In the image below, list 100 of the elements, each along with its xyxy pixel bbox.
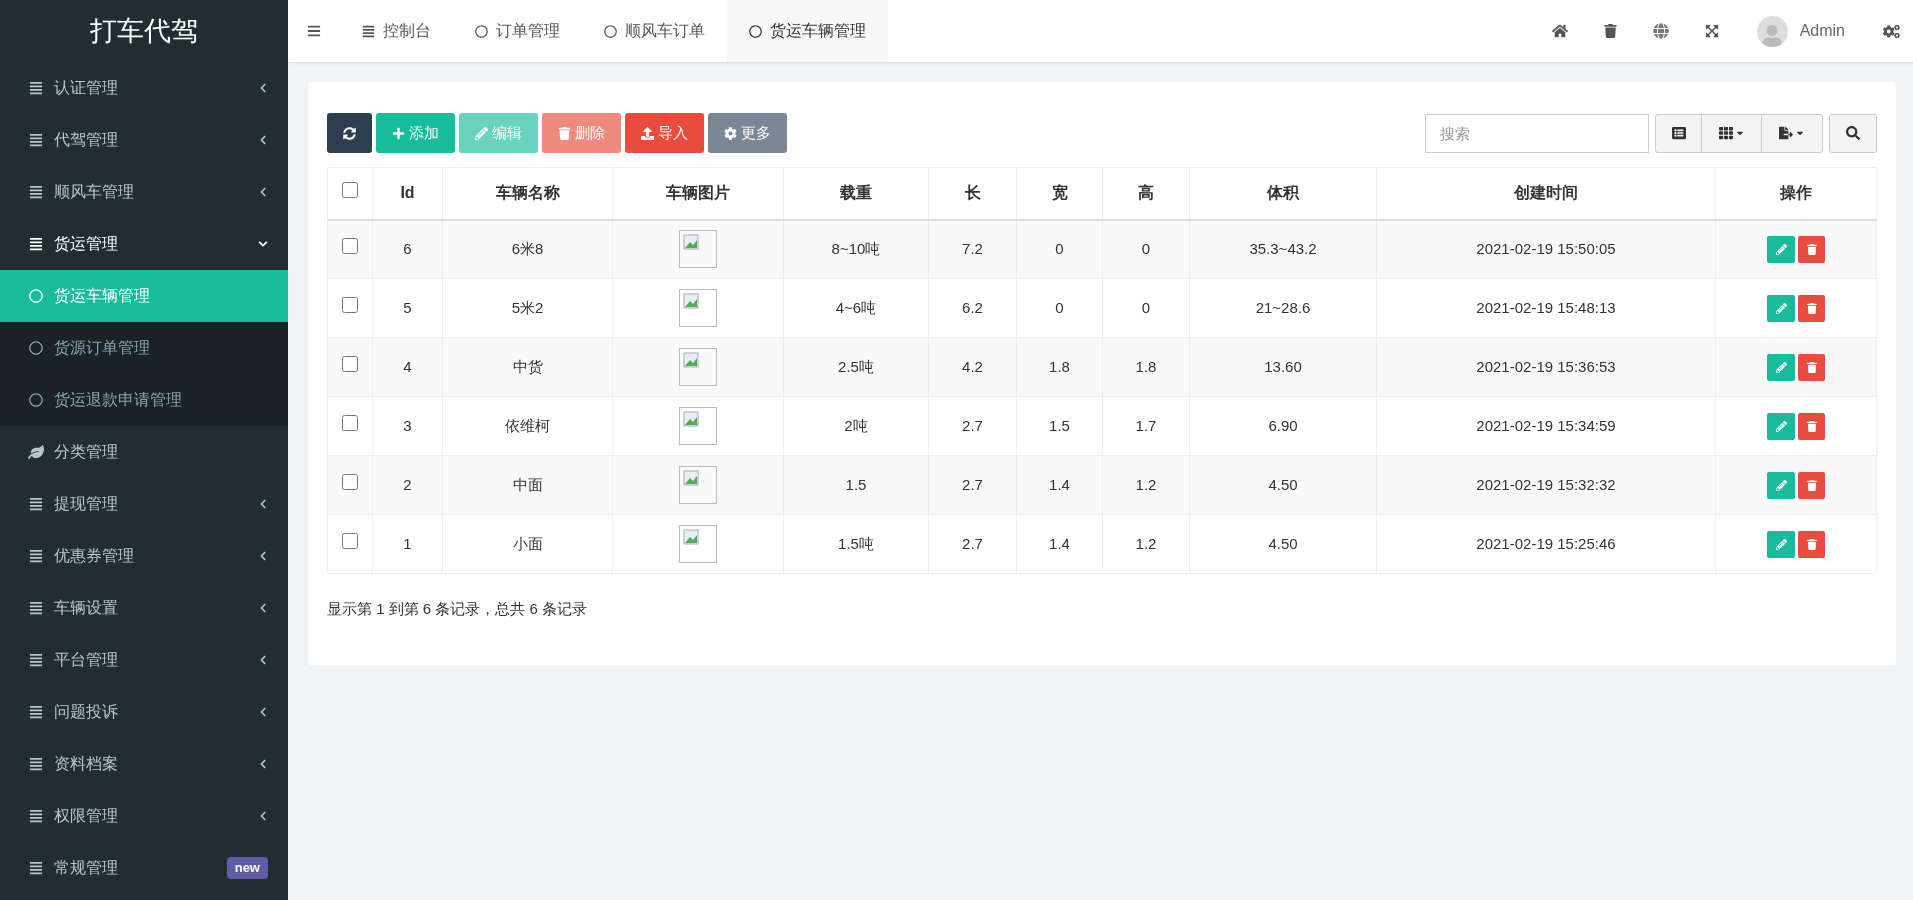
sidebar-item[interactable]: 权限管理	[0, 790, 288, 842]
table-cell: 2021-02-19 15:32:32	[1376, 455, 1716, 515]
more-button[interactable]: 更多	[708, 113, 787, 153]
table-cell: 13.60	[1189, 337, 1377, 397]
nav-tab[interactable]: 订单管理	[453, 0, 582, 62]
table-cell: 5米2	[442, 278, 613, 338]
list-icon	[362, 24, 375, 38]
trash-icon	[1806, 302, 1817, 314]
sidebar-item[interactable]: 优惠券管理	[0, 530, 288, 582]
trash-icon	[1806, 361, 1817, 373]
edit-icon	[475, 126, 488, 140]
column-header[interactable]: 高	[1102, 167, 1190, 220]
sidebar-item[interactable]: 货运管理	[0, 218, 288, 270]
sidebar-item[interactable]: 提现管理	[0, 478, 288, 530]
search-field[interactable]: 搜索	[1425, 113, 1649, 153]
column-header[interactable]: 体积	[1189, 167, 1377, 220]
sidebar-item[interactable]: 货运退款申请管理	[0, 374, 288, 426]
table-cell: 2.7	[928, 396, 1017, 456]
table-cell: 2.5吨	[783, 337, 929, 397]
nav-tab[interactable]: 货运车辆管理	[727, 0, 888, 62]
sidebar-item[interactable]: 常规管理 new	[0, 842, 288, 894]
row-checkbox[interactable]	[342, 355, 358, 372]
row-checkbox[interactable]	[342, 473, 358, 490]
globe-icon[interactable]	[1652, 23, 1669, 39]
nav-tab[interactable]: 顺风车订单	[582, 0, 727, 62]
table-cell: 4.50	[1189, 514, 1377, 574]
broken-image-icon	[679, 348, 717, 386]
fullscreen-icon[interactable]	[1704, 24, 1719, 38]
search-icon	[1846, 126, 1860, 140]
list-icon	[28, 601, 44, 615]
column-header[interactable]: 长	[928, 167, 1017, 220]
column-header[interactable]: 操作	[1715, 167, 1877, 220]
delete-row-button[interactable]	[1798, 530, 1825, 558]
sidebar-item[interactable]: 顺风车管理	[0, 166, 288, 218]
search-button[interactable]	[1829, 113, 1877, 153]
edit-row-button[interactable]	[1767, 235, 1795, 263]
import-icon	[641, 126, 654, 140]
sidebar-item[interactable]: 平台管理	[0, 634, 288, 686]
table-cell: 4.2	[928, 337, 1017, 397]
table-cell: 6.2	[928, 278, 1017, 338]
delete-row-button[interactable]	[1798, 353, 1825, 381]
list-icon	[28, 705, 44, 719]
list-icon	[28, 757, 44, 771]
add-icon	[392, 126, 405, 140]
sidebar-item[interactable]: 货源订单管理	[0, 322, 288, 374]
column-header[interactable]: Id	[372, 167, 443, 220]
sidebar-item[interactable]: 问题投诉	[0, 686, 288, 738]
edit-row-button[interactable]	[1767, 353, 1795, 381]
table-cell: 2021-02-19 15:36:53	[1376, 337, 1716, 397]
column-header[interactable]: 车辆名称	[442, 167, 613, 220]
pencil-icon	[1775, 420, 1787, 432]
trash-icon[interactable]	[1603, 24, 1617, 38]
table-cell: 1.2	[1102, 514, 1190, 574]
sidebar-item[interactable]: 代驾管理	[0, 114, 288, 166]
edit-row-button[interactable]	[1767, 294, 1795, 322]
list-icon	[1671, 126, 1686, 140]
column-header[interactable]: 创建时间	[1376, 167, 1716, 220]
row-checkbox[interactable]	[342, 296, 358, 313]
list-icon	[28, 185, 44, 199]
row-checkbox[interactable]	[342, 532, 358, 549]
sidebar-item[interactable]: 认证管理	[0, 62, 288, 114]
broken-image-icon	[679, 230, 717, 269]
nav-tab[interactable]: 控制台	[340, 0, 453, 62]
select-all-checkbox[interactable]	[342, 182, 358, 198]
import-button[interactable]: 导入	[625, 113, 704, 153]
delete-row-button[interactable]	[1798, 294, 1825, 322]
delete-row-button[interactable]	[1798, 235, 1825, 263]
column-header[interactable]: 宽	[1016, 167, 1103, 220]
sidebar-item[interactable]: 分类管理	[0, 426, 288, 478]
delete-row-button[interactable]	[1798, 471, 1825, 499]
pagination-summary: 显示第 1 到第 6 条记录，总共 6 条记录	[327, 599, 589, 619]
row-checkbox[interactable]	[342, 414, 358, 431]
table-cell: 小面	[442, 514, 613, 574]
trash-icon	[1806, 479, 1817, 491]
trash-icon	[1806, 420, 1817, 432]
table-cell: 5	[372, 278, 443, 338]
home-icon[interactable]	[1551, 23, 1568, 39]
user-icon	[1761, 24, 1784, 47]
table-cell: 2021-02-19 15:48:13	[1376, 278, 1716, 338]
edit-row-button[interactable]	[1767, 471, 1795, 499]
delete-row-button[interactable]	[1798, 412, 1825, 440]
column-header[interactable]: 载重	[783, 167, 929, 220]
trash-icon	[1806, 538, 1817, 550]
table-cell: 1.7	[1102, 396, 1190, 456]
refresh-button[interactable]	[327, 113, 372, 153]
broken-image-icon	[679, 466, 717, 504]
sidebar-item[interactable]: 车辆设置	[0, 582, 288, 634]
table-cell: 2021-02-19 15:50:05	[1376, 219, 1716, 279]
edit-row-button[interactable]	[1767, 530, 1795, 558]
sidebar-item[interactable]: 资料档案	[0, 738, 288, 790]
table-cell: 2.7	[928, 455, 1017, 515]
broken-image-icon	[679, 407, 717, 445]
list-icon	[28, 653, 44, 667]
column-header[interactable]: 车辆图片	[612, 167, 784, 220]
app-logo[interactable]: 打车代驾	[90, 10, 198, 52]
settings-icon[interactable]	[1883, 22, 1900, 40]
edit-row-button[interactable]	[1767, 412, 1795, 440]
row-checkbox[interactable]	[342, 238, 358, 254]
user-name[interactable]: Admin	[1799, 19, 1845, 43]
list-icon	[28, 497, 44, 511]
